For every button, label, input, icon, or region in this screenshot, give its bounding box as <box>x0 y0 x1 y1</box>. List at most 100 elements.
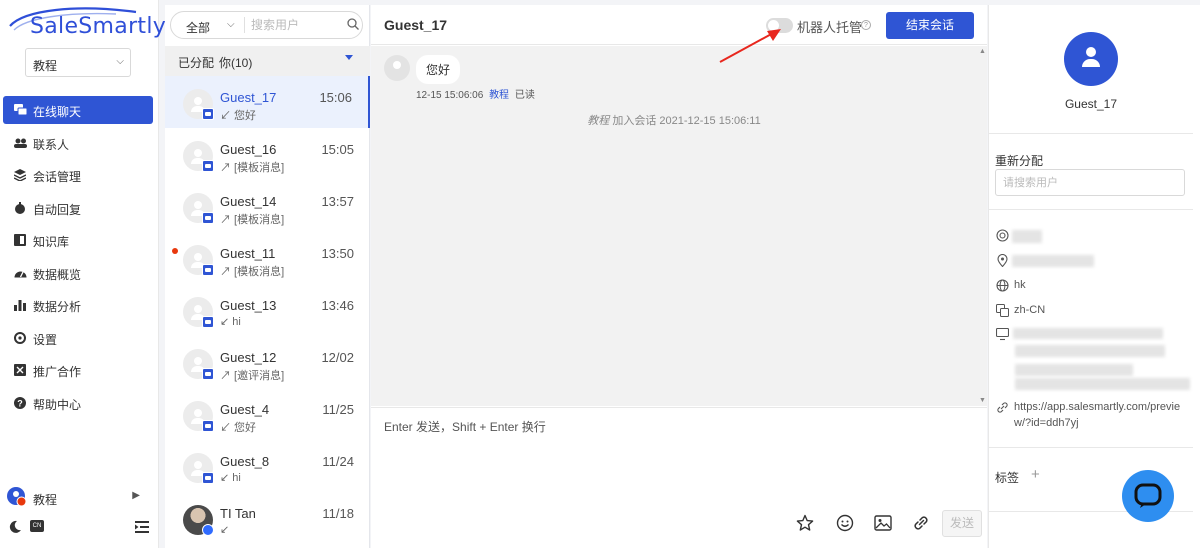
filter-dropdown[interactable]: 全部 <box>186 19 210 36</box>
nav-label: 自动回复 <box>33 203 82 217</box>
message-time: 12-15 15:06:06 <box>416 90 484 101</box>
conversation-preview: ↙ 您好 <box>220 422 257 434</box>
message-composer: 发送 <box>371 407 987 548</box>
salesmartly-logo: SaleSmartly <box>6 6 166 42</box>
redacted-value <box>1012 255 1094 267</box>
nav-item-contacts[interactable]: 联系人 <box>3 129 153 157</box>
conversation-name: Guest_11 <box>220 246 276 261</box>
source-url[interactable]: https://app.salesmartly.com/preview/?id=… <box>1014 399 1190 431</box>
nav-item-help-center[interactable]: ? 帮助中心 <box>3 389 153 417</box>
search-icon[interactable] <box>347 18 359 30</box>
web-channel-icon <box>202 264 214 276</box>
assigned-group-header[interactable]: 已分配 你(10) <box>165 46 370 76</box>
book-icon <box>13 233 27 247</box>
translate-icon <box>996 304 1009 317</box>
robot-icon <box>13 201 27 215</box>
conversation-time: 13:50 <box>321 246 354 261</box>
layers-icon <box>13 168 27 182</box>
profile-panel: Guest_17 重新分配 hk zh-CN https://app.sales… <box>988 5 1200 548</box>
reassign-search-input[interactable] <box>995 169 1185 196</box>
chevron-down-icon[interactable]: ⌵ <box>227 19 235 30</box>
web-channel-icon <box>202 212 214 224</box>
conversation-preview: ↗ [模板消息] <box>220 266 285 278</box>
dashboard-icon <box>13 266 27 280</box>
web-channel-icon <box>202 108 214 120</box>
nav-item-knowledge-base[interactable]: 知识库 <box>3 226 153 254</box>
conversation-item[interactable]: Guest_14 13:57 ↗ [模板消息] <box>165 180 370 232</box>
nav-label: 推广合作 <box>33 365 82 379</box>
help-icon[interactable]: ? <box>861 20 871 30</box>
profile-name: Guest_17 <box>1064 97 1118 111</box>
conversation-filter-bar: 全部 ⌵ <box>170 11 363 39</box>
nav-label: 联系人 <box>33 138 70 152</box>
conversation-item[interactable]: Guest_4 11/25 ↙ 您好 <box>165 388 370 440</box>
redacted-value <box>1015 378 1190 390</box>
current-user-name: 教程 <box>33 493 58 507</box>
language-icon[interactable]: CN <box>30 520 44 532</box>
web-channel-icon <box>202 472 214 484</box>
end-conversation-button[interactable]: 结束会话 <box>886 12 974 39</box>
conversation-item[interactable]: Guest_17 15:06 ↙ 您好 <box>165 76 370 128</box>
conversation-time: 11/24 <box>322 454 354 469</box>
nav-item-settings[interactable]: 设置 <box>3 324 153 352</box>
workspace-select[interactable]: 教程 ⌵ <box>25 48 131 77</box>
redacted-value <box>1013 328 1163 339</box>
search-user-input[interactable] <box>251 17 341 33</box>
profile-avatar <box>1064 32 1118 86</box>
conversation-item[interactable]: Guest_12 12/02 ↗ [邀评消息] <box>165 336 370 388</box>
add-tag-button[interactable]: + <box>1031 466 1040 483</box>
svg-text:?: ? <box>17 399 23 409</box>
scroll-up-icon[interactable]: ▲ <box>979 48 986 55</box>
scroll-down-icon[interactable]: ▼ <box>979 397 986 404</box>
bot-hosting-label: 机器人托管 <box>797 20 863 35</box>
conversation-list-panel: 全部 ⌵ 已分配 你(10) Guest_17 15:06 ↙ 您好 Guest… <box>165 5 370 548</box>
divider <box>989 133 1193 134</box>
conversation-item[interactable]: Guest_11 13:50 ↗ [模板消息] <box>165 232 370 284</box>
conversation-item[interactable]: Guest_13 13:46 ↙ hi <box>165 284 370 336</box>
fingerprint-icon <box>996 229 1009 242</box>
nav-item-data-overview[interactable]: 数据概览 <box>3 259 153 287</box>
message-input[interactable] <box>384 418 974 498</box>
nav-label: 知识库 <box>33 235 70 249</box>
location-pin-icon <box>997 254 1008 267</box>
web-channel-icon <box>202 160 214 172</box>
emoji-icon[interactable] <box>834 512 856 534</box>
conversation-item[interactable]: Guest_8 11/24 ↙ hi <box>165 440 370 492</box>
star-icon[interactable] <box>794 512 816 534</box>
conversation-name: Guest_14 <box>220 194 277 209</box>
collapse-menu-icon[interactable] <box>135 521 149 533</box>
attachment-icon[interactable] <box>910 512 932 534</box>
nav-label: 帮助中心 <box>33 398 82 412</box>
group-label: 已分配 <box>178 56 215 70</box>
bar-chart-icon <box>13 298 27 312</box>
nav-item-data-analysis[interactable]: 数据分析 <box>3 291 153 319</box>
conversation-item[interactable]: TI Tan 11/18 ↙ <box>165 492 370 544</box>
nav-item-promotion[interactable]: 推广合作 <box>3 356 153 384</box>
conversation-name: Guest_12 <box>220 350 277 365</box>
help-icon: ? <box>13 396 27 410</box>
image-icon[interactable] <box>872 512 894 534</box>
conversation-item[interactable]: Guest_16 15:05 ↗ [模板消息] <box>165 128 370 180</box>
nav-item-auto-reply[interactable]: 自动回复 <box>3 194 153 222</box>
conversation-time: 13:57 <box>321 194 354 209</box>
conversation-name: Guest_4 <box>220 402 270 417</box>
conversation-preview: ↙ hi <box>220 316 241 328</box>
web-channel-icon <box>202 420 214 432</box>
system-text: 加入会话 2021-12-15 15:06:11 <box>612 115 761 127</box>
message-agent[interactable]: 教程 <box>489 90 509 101</box>
conversation-preview: ↙ <box>220 524 230 536</box>
chat-widget-button[interactable] <box>1122 470 1174 522</box>
scrollbar[interactable]: ▲ ▼ <box>977 46 987 406</box>
conversation-time: 15:05 <box>321 142 354 157</box>
nav-tools: CN <box>6 516 152 538</box>
conversation-time: 13:46 <box>321 298 354 313</box>
conversation-preview: ↗ [模板消息] <box>220 162 285 174</box>
current-user-menu[interactable]: 教程 ▶ <box>6 486 152 508</box>
dark-mode-icon[interactable] <box>8 520 22 534</box>
nav-label: 数据概览 <box>33 268 82 282</box>
redacted-value <box>1015 345 1165 357</box>
nav-item-conversations[interactable]: 会话管理 <box>3 161 153 189</box>
nav-item-live-chat[interactable]: 在线聊天 <box>3 96 153 124</box>
send-button[interactable]: 发送 <box>942 510 982 537</box>
divider <box>244 17 245 33</box>
